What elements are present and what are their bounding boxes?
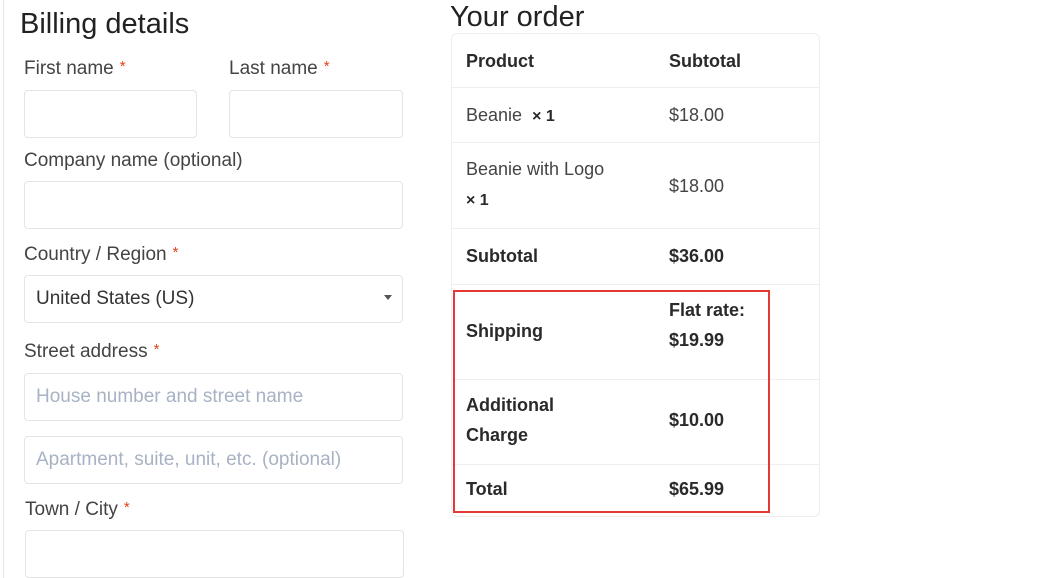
company-name-label: Company name (optional) bbox=[24, 150, 243, 171]
country-select[interactable]: United States (US) bbox=[24, 275, 403, 323]
left-border bbox=[3, 0, 4, 578]
required-marker: * bbox=[323, 58, 330, 75]
street-address-label: Street address * bbox=[24, 341, 160, 362]
required-marker: * bbox=[119, 58, 126, 75]
city-input[interactable] bbox=[25, 530, 404, 578]
product-price: $18.00 bbox=[669, 176, 725, 196]
product-name: Beanie × 1 bbox=[466, 105, 555, 125]
table-header-row: Product Subtotal bbox=[452, 34, 819, 88]
product-column-header: Product bbox=[466, 51, 535, 71]
table-row: Beanie with Logo × 1 $18.00 bbox=[452, 143, 819, 229]
required-marker: * bbox=[172, 244, 179, 261]
required-marker: * bbox=[153, 341, 160, 358]
company-name-input[interactable] bbox=[24, 181, 403, 229]
subtotal-value: $36.00 bbox=[669, 246, 725, 266]
total-label: Total bbox=[466, 479, 508, 499]
country-value: United States (US) bbox=[36, 288, 195, 309]
shipping-method: Flat rate: bbox=[669, 300, 746, 320]
shipping-value: $19.99 bbox=[669, 330, 725, 350]
product-name: Beanie with Logo bbox=[466, 159, 605, 179]
cart-subtotal-row: Subtotal $36.00 bbox=[452, 229, 819, 285]
street-address-line1-input[interactable]: House number and street name bbox=[24, 373, 403, 421]
order-total-row: Total $65.99 bbox=[452, 465, 819, 517]
shipping-row: Shipping Flat rate: $19.99 bbox=[452, 285, 819, 380]
subtotal-column-header: Subtotal bbox=[669, 51, 741, 71]
last-name-input[interactable] bbox=[229, 90, 403, 138]
additional-charge-label-line2: Charge bbox=[466, 425, 529, 445]
last-name-label: Last name * bbox=[229, 58, 330, 79]
additional-charge-value: $10.00 bbox=[669, 410, 725, 430]
total-value: $65.99 bbox=[669, 479, 725, 499]
subtotal-label: Subtotal bbox=[466, 246, 538, 266]
additional-charge-row: Additional Charge $10.00 bbox=[452, 380, 819, 465]
order-title: Your order bbox=[450, 1, 585, 33]
city-label: Town / City * bbox=[25, 499, 130, 520]
billing-title: Billing details bbox=[20, 8, 190, 40]
product-quantity: × 1 bbox=[466, 192, 489, 209]
product-quantity: × 1 bbox=[532, 108, 555, 125]
order-review-table: Product Subtotal Beanie × 1 $18.00 Beani… bbox=[451, 33, 820, 517]
shipping-label: Shipping bbox=[466, 321, 543, 341]
required-marker: * bbox=[123, 499, 130, 516]
first-name-input[interactable] bbox=[24, 90, 197, 138]
table-row: Beanie × 1 $18.00 bbox=[452, 88, 819, 143]
street-address-line2-input[interactable]: Apartment, suite, unit, etc. (optional) bbox=[24, 436, 403, 484]
additional-charge-label: Additional bbox=[466, 395, 554, 415]
product-price: $18.00 bbox=[669, 105, 725, 125]
dropdown-caret-icon bbox=[384, 295, 392, 300]
country-label: Country / Region * bbox=[24, 244, 179, 265]
first-name-label: First name * bbox=[24, 58, 126, 79]
